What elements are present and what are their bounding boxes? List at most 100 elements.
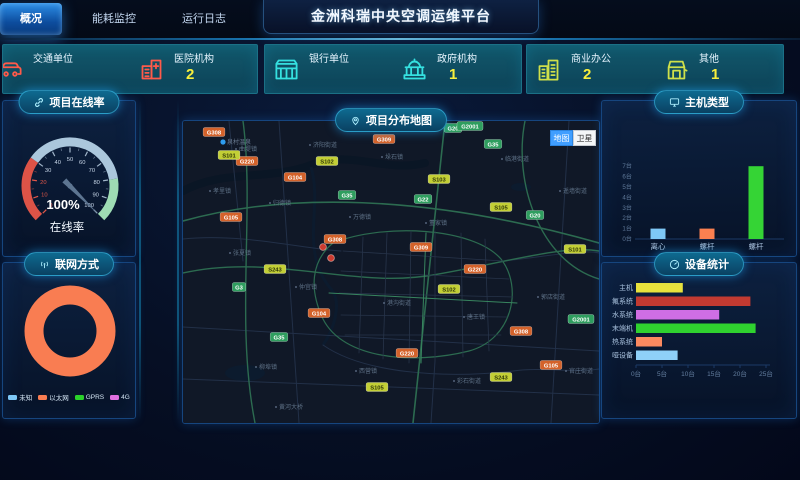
svg-text:70: 70 (89, 168, 95, 174)
svg-text:G35: G35 (488, 142, 500, 148)
divider-glow-left-2 (177, 100, 179, 420)
svg-text:G20: G20 (530, 213, 541, 219)
panel-map-title: 项目分布地图 (335, 108, 447, 132)
svg-text:50: 50 (67, 157, 73, 163)
header-tab-0[interactable]: 概况 (0, 3, 62, 35)
project-distribution-map[interactable]: 曲堤镇济阳街道垛石镇临港街道孝里镇归德镇万德镇董家镇遥墙街道张夏镇仲宫镇港沟街道… (183, 121, 599, 423)
road-badge: S243 (264, 265, 286, 274)
legend-item-0[interactable]: 未知 (8, 392, 32, 402)
road-badge: G104 (308, 309, 330, 318)
svg-text:G35: G35 (342, 193, 354, 199)
legend-item-3[interactable]: 4G (110, 392, 130, 402)
bank-icon (273, 56, 300, 83)
map-pin-icon (350, 115, 361, 126)
svg-text:60: 60 (79, 160, 85, 166)
road-badge: S101 (564, 245, 586, 254)
legend-item-2[interactable]: GPRS (75, 392, 104, 402)
svg-text:孝里镇: 孝里镇 (213, 187, 231, 195)
map-control-map[interactable]: 地图 (550, 130, 573, 146)
road-badge: G2001 (457, 122, 483, 131)
stat-label: 银行单位 (309, 54, 349, 65)
road-badge: G3 (232, 283, 245, 292)
svg-text:末端机: 末端机 (612, 324, 633, 333)
header-tab-1[interactable]: 能耗监控 (76, 0, 152, 38)
road-badge: G105 (220, 213, 242, 222)
road-badge: G20 (526, 211, 544, 220)
svg-text:20台: 20台 (733, 369, 747, 378)
map-layer-controls: 地图卫星 (550, 130, 596, 146)
map-control-satellite[interactable]: 卫星 (573, 130, 596, 146)
svg-text:20: 20 (40, 180, 46, 186)
svg-text:G22: G22 (418, 197, 429, 203)
svg-text:彩石街道: 彩石街道 (457, 377, 481, 385)
svg-text:S243: S243 (494, 375, 508, 381)
stat-label: 政府机构 (437, 54, 477, 65)
svg-text:0台: 0台 (631, 369, 641, 378)
panel-network-title: 联网方式 (24, 252, 114, 276)
hospital-icon (138, 56, 165, 83)
svg-text:唐王镇: 唐王镇 (467, 313, 485, 321)
stat-card-group-1: 银行单位 政府机构1 (264, 44, 522, 94)
svg-text:G220: G220 (468, 267, 482, 273)
road-badge: G35 (338, 191, 356, 200)
road-badge: G105 (540, 361, 562, 370)
stat-label: 其他 (699, 54, 719, 65)
project-marker[interactable] (320, 244, 327, 251)
svg-text:4台: 4台 (622, 193, 632, 201)
office-icon (535, 56, 562, 83)
dashboard-screen: 概况能耗监控运行日志项目列表视频监控 金洲科瑞中央空调运维平台 交通单位医院机构… (0, 0, 800, 480)
panel-title-text: 联网方式 (55, 256, 99, 272)
svg-text:黄河大桥: 黄河大桥 (279, 403, 303, 411)
panel-network-type: 联网方式 未知以太网GPRS4G (2, 262, 136, 419)
project-marker[interactable] (328, 255, 335, 262)
svg-text:水系统: 水系统 (612, 310, 633, 319)
road-badge: G309 (373, 135, 395, 144)
legend-item-1[interactable]: 以太网 (38, 392, 69, 402)
stat-text: 商业办公2 (571, 54, 611, 84)
stat-item-0-1: 医院机构2 (130, 45, 257, 93)
svg-text:90: 90 (92, 192, 98, 198)
road-badge: G308 (510, 327, 532, 336)
header-divider (0, 38, 800, 40)
svg-text:G105: G105 (544, 363, 559, 369)
stat-text: 其他 1 (699, 54, 719, 84)
svg-text:归德镇: 归德镇 (273, 199, 291, 207)
svg-text:S101: S101 (222, 153, 236, 159)
stat-value (45, 67, 73, 84)
svg-text:S103: S103 (432, 177, 446, 183)
svg-text:S105: S105 (494, 205, 508, 211)
divider-glow-left-1 (139, 100, 141, 420)
svg-text:临港街道: 临港街道 (505, 155, 529, 163)
svg-text:曲堤镇: 曲堤镇 (239, 145, 257, 153)
stat-text: 政府机构1 (437, 54, 477, 84)
svg-text:G220: G220 (400, 351, 414, 357)
stat-text: 交通单位 (33, 54, 73, 84)
svg-text:S105: S105 (370, 385, 384, 391)
device-stats-bar-chart: 主机氟系统水系统末端机热系统哑设备0台5台10台15台20台25台 (602, 277, 794, 415)
svg-text:5台: 5台 (622, 183, 632, 191)
antenna-icon (39, 259, 50, 270)
svg-text:25台: 25台 (759, 369, 773, 378)
road-badge: S101 (218, 151, 240, 160)
road-badge: G309 (410, 243, 432, 252)
car-icon (2, 56, 24, 83)
stat-text: 银行单位 (309, 54, 349, 84)
stat-item-1-0: 银行单位 (265, 45, 393, 93)
header-tab-2[interactable]: 运行日志 (166, 0, 242, 38)
svg-text:主机: 主机 (619, 283, 633, 292)
svg-text:G308: G308 (514, 329, 529, 335)
svg-text:张夏镇: 张夏镇 (233, 249, 251, 257)
road-badge: S102 (316, 157, 338, 166)
svg-text:10台: 10台 (681, 369, 695, 378)
svg-text:6台: 6台 (622, 173, 632, 181)
svg-text:济阳街道: 济阳街道 (313, 141, 337, 149)
stat-value: 1 (711, 67, 719, 84)
svg-text:0台: 0台 (622, 235, 632, 243)
road-badge: S105 (366, 383, 388, 392)
svg-text:泉村温泉: 泉村温泉 (227, 138, 251, 146)
svg-text:30: 30 (45, 168, 51, 174)
network-legend: 未知以太网 GPRS 4G (3, 392, 135, 402)
stat-item-2-0: 商业办公2 (527, 45, 655, 93)
stat-card-group-2: 商业办公2 其他 1 (526, 44, 784, 94)
panel-title-text: 项目分布地图 (366, 112, 432, 128)
